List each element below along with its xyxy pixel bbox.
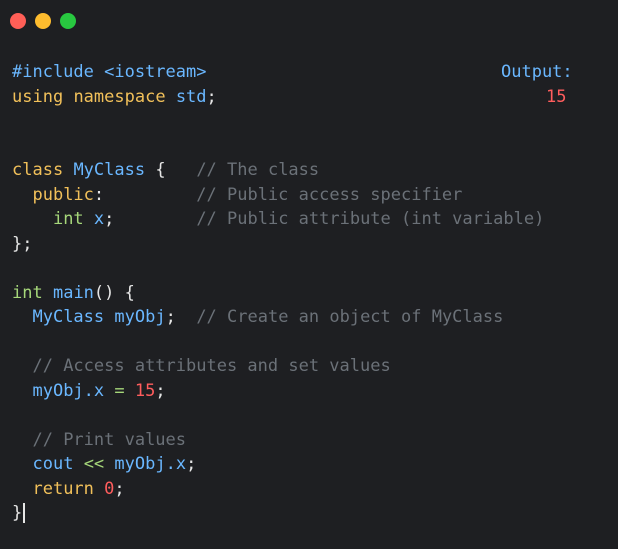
close-window-button[interactable] xyxy=(10,13,26,29)
attr-x: x xyxy=(93,209,105,229)
code-line-8: }; xyxy=(12,232,544,257)
include-directive: #include <iostream> xyxy=(12,62,207,82)
code-line-1: #include <iostream> xyxy=(12,60,544,85)
brace-open: { xyxy=(155,160,166,180)
output-value: 15 xyxy=(546,87,567,107)
number-literal: 15 xyxy=(134,380,156,401)
using-keyword: using xyxy=(12,86,64,107)
code-line-18: return 0; xyxy=(12,477,544,502)
maximize-window-button[interactable] xyxy=(60,13,76,29)
std-identifier: std xyxy=(175,86,207,107)
code-line-6: public: // Public access specifier xyxy=(12,183,544,208)
object-type: MyClass xyxy=(32,307,105,327)
semicolon: ; xyxy=(155,380,166,401)
number-literal: 0 xyxy=(104,478,115,499)
code-line-2: using namespace std; xyxy=(12,85,544,110)
comment-public-access: // Public access specifier xyxy=(196,184,463,205)
code-line-11: MyClass myObj; // Create an object of My… xyxy=(12,305,544,330)
member-access: myObj.x xyxy=(114,454,187,474)
semicolon: ; xyxy=(165,307,176,327)
int-keyword: int xyxy=(12,282,43,303)
code-line-19: } xyxy=(12,501,544,526)
semicolon: ; xyxy=(186,454,197,474)
code-line-17: cout << myObj.x; xyxy=(12,452,544,477)
window-controls xyxy=(10,13,76,29)
code-line-5: class MyClass { // The class xyxy=(12,158,544,183)
comment-public-attribute: // Public attribute (int variable) xyxy=(196,209,545,229)
namespace-keyword: namespace xyxy=(73,86,166,107)
class-name: MyClass xyxy=(73,160,146,180)
member-access: myObj.x xyxy=(32,380,105,401)
class-close: }; xyxy=(12,233,33,254)
main-parens: () xyxy=(93,282,115,303)
assign-operator: = xyxy=(114,380,125,401)
semicolon: ; xyxy=(104,209,115,229)
minimize-window-button[interactable] xyxy=(35,13,51,29)
code-window: Output: 15 #include <iostream> using nam… xyxy=(0,0,618,549)
stream-operator: << xyxy=(83,454,105,474)
comment-access-attributes: // Access attributes and set values xyxy=(32,356,391,376)
code-line-16: // Print values xyxy=(12,428,544,453)
object-name: myObj xyxy=(114,307,166,327)
code-line-13: // Access attributes and set values xyxy=(12,354,544,379)
semicolon: ; xyxy=(206,86,217,107)
cout-identifier: cout xyxy=(32,454,74,474)
text-cursor xyxy=(23,503,26,523)
brace-close: } xyxy=(12,503,23,523)
comment-print-values: // Print values xyxy=(32,429,187,450)
semicolon: ; xyxy=(114,478,125,499)
public-keyword: public xyxy=(32,184,94,205)
comment-create-object: // Create an object of MyClass xyxy=(196,307,504,327)
class-keyword: class xyxy=(12,160,64,180)
colon: : xyxy=(93,184,105,205)
main-function: main xyxy=(52,282,94,303)
return-keyword: return xyxy=(32,478,94,499)
code-line-10: int main() { xyxy=(12,281,544,306)
comment-the-class: // The class xyxy=(196,160,320,180)
code-line-7: int x; // Public attribute (int variable… xyxy=(12,207,544,232)
brace-open: { xyxy=(124,282,135,303)
int-keyword: int xyxy=(52,209,84,229)
code-editor[interactable]: #include <iostream> using namespace std;… xyxy=(12,60,544,526)
code-line-14: myObj.x = 15; xyxy=(12,379,544,404)
